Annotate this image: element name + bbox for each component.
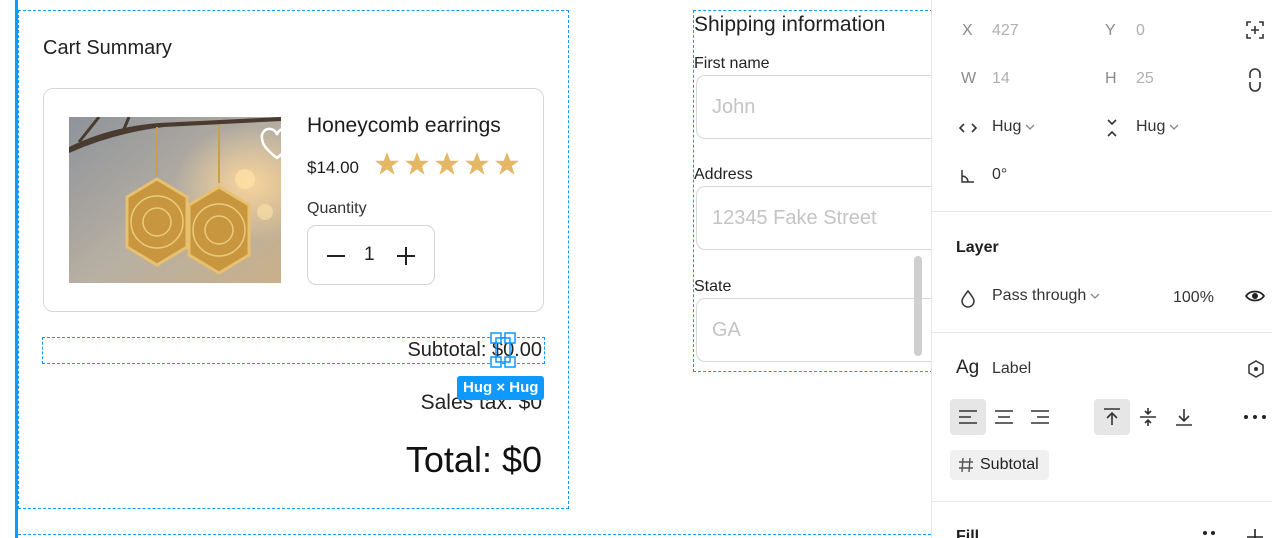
fill-section-title: Fill [956, 528, 980, 538]
star-icon [405, 152, 429, 175]
first-name-field[interactable] [696, 75, 931, 139]
more-options-icon[interactable] [1243, 407, 1267, 427]
frame-edge [18, 534, 931, 535]
constrain-proportions-icon[interactable] [1245, 67, 1265, 93]
variable-chip[interactable]: Subtotal [950, 450, 1049, 480]
blend-mode-drop-icon [961, 289, 975, 308]
align-left-button[interactable] [950, 399, 986, 435]
hash-icon [959, 457, 973, 473]
minus-icon[interactable] [326, 246, 346, 266]
favorite-heart-icon[interactable] [259, 127, 281, 163]
star-icon [495, 152, 519, 175]
align-center-button[interactable] [986, 399, 1022, 435]
state-label: State [694, 278, 732, 295]
subtotal-text-frame[interactable]: Subtotal: $0.00 [42, 337, 545, 364]
address-field[interactable] [696, 186, 931, 250]
product-price: $14.00 [307, 158, 359, 177]
divider [932, 501, 1272, 502]
cart-title: Cart Summary [43, 37, 172, 59]
x-label: X [962, 22, 973, 39]
star-icon [375, 152, 399, 175]
shipping-frame[interactable]: Shipping information First name Address … [693, 10, 931, 372]
x-field[interactable]: 427 [992, 22, 1019, 40]
align-top-icon [1104, 408, 1120, 425]
address-label: Address [694, 166, 753, 183]
cart-summary-frame[interactable]: Cart Summary Honeycomb earrings $14.00 Q… [18, 10, 569, 509]
eye-icon[interactable] [1245, 286, 1265, 306]
state-field[interactable] [696, 298, 931, 362]
align-left-icon [959, 410, 977, 424]
w-label: W [961, 70, 977, 87]
align-bottom-icon [1176, 409, 1192, 426]
total-label: Total: $0 [405, 439, 542, 480]
chevron-down-icon [1025, 124, 1035, 130]
product-card[interactable]: Honeycomb earrings $14.00 Quantity 1 [43, 88, 544, 312]
plus-icon[interactable] [396, 246, 416, 266]
align-right-button[interactable] [1022, 399, 1058, 435]
y-label: Y [1105, 22, 1116, 39]
quantity-stepper[interactable]: 1 [307, 225, 435, 285]
align-bottom-button[interactable] [1166, 399, 1202, 435]
constraints-icon[interactable] [1245, 20, 1265, 40]
chevron-down-icon [1090, 293, 1100, 299]
layer-section-title: Layer [956, 239, 999, 256]
design-canvas[interactable]: Cart Summary Honeycomb earrings $14.00 Q… [0, 0, 931, 538]
style-options-icon[interactable] [1246, 359, 1266, 379]
width-mode-value: Hug [992, 118, 1022, 135]
blend-mode-dropdown[interactable]: Pass through [992, 287, 1100, 305]
align-right-icon [1031, 410, 1049, 424]
quantity-label: Quantity [307, 200, 367, 217]
shipping-title: Shipping information [694, 13, 886, 36]
product-name: Honeycomb earrings [307, 114, 501, 137]
first-name-input[interactable] [697, 76, 931, 138]
size-badge: Hug × Hug [457, 376, 545, 400]
quantity-value: 1 [364, 244, 375, 265]
align-middle-icon [1140, 408, 1156, 426]
align-middle-button[interactable] [1130, 399, 1166, 435]
h-field[interactable]: 25 [1136, 70, 1154, 88]
state-input[interactable] [697, 299, 931, 361]
align-center-icon [995, 410, 1013, 424]
star-icon [435, 152, 459, 175]
opacity-field[interactable]: 100% [1173, 289, 1214, 307]
subtotal-label: Subtotal: $0.00 [407, 339, 542, 361]
rating-stars [374, 151, 520, 177]
width-mode-dropdown[interactable]: Hug [992, 118, 1035, 136]
rotation-field[interactable]: 0° [992, 166, 1007, 184]
text-style-name[interactable]: Label [992, 360, 1031, 378]
y-field[interactable]: 0 [1136, 22, 1145, 40]
selection-handles[interactable] [490, 332, 518, 368]
design-inspector-panel: X 427 Y 0 W 14 H 25 Hug Hug 0° Layer Pas… [931, 0, 1272, 538]
star-icon [465, 152, 489, 175]
variable-chip-label: Subtotal [980, 456, 1039, 473]
first-name-label: First name [694, 55, 770, 72]
styles-grid-icon[interactable] [1199, 527, 1219, 538]
horizontal-resize-icon [958, 123, 978, 133]
chevron-down-icon [1169, 124, 1179, 130]
align-top-button[interactable] [1094, 399, 1130, 435]
divider [932, 332, 1272, 333]
h-label: H [1105, 70, 1117, 87]
product-image [69, 117, 281, 283]
scrollbar[interactable] [914, 256, 922, 356]
vertical-resize-icon [1107, 119, 1117, 137]
w-field[interactable]: 14 [992, 70, 1010, 88]
blend-mode-value: Pass through [992, 287, 1087, 304]
height-mode-value: Hug [1136, 118, 1166, 135]
address-input[interactable] [697, 187, 931, 249]
divider [932, 211, 1272, 212]
rotation-icon [961, 170, 974, 183]
text-style-icon: Ag [956, 357, 980, 378]
height-mode-dropdown[interactable]: Hug [1136, 118, 1179, 136]
add-fill-icon[interactable] [1245, 527, 1265, 538]
